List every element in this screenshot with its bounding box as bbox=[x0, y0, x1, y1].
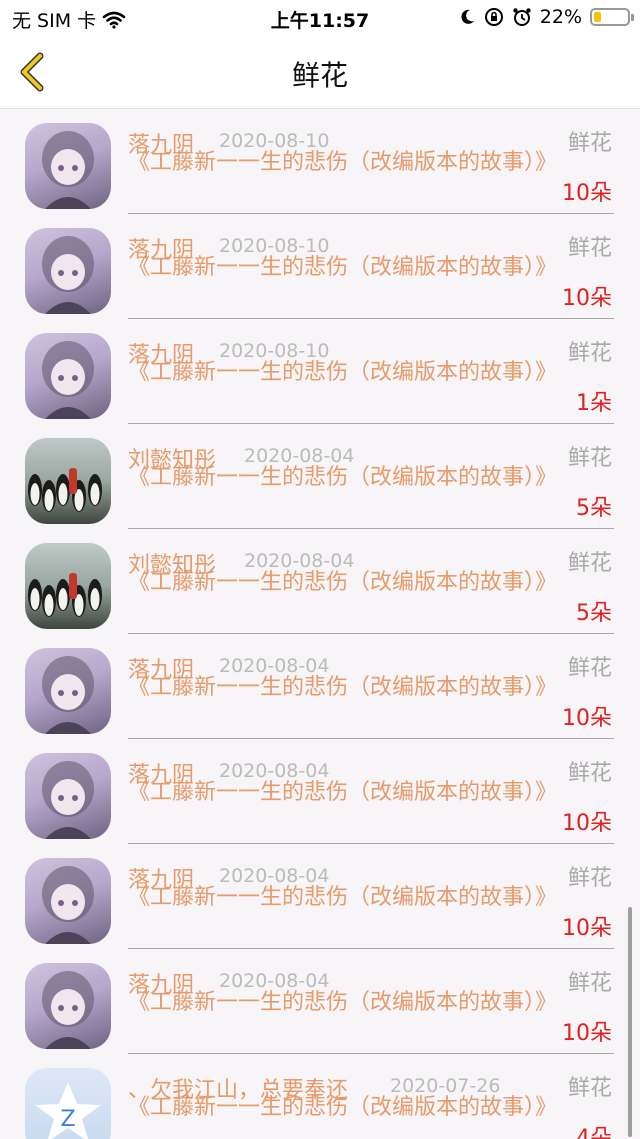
user-avatar[interactable] bbox=[25, 543, 111, 629]
alarm-icon bbox=[513, 8, 531, 26]
gift-type: 鲜花 bbox=[567, 551, 612, 576]
gift-type: 鲜花 bbox=[567, 131, 612, 156]
gift-row[interactable]: 落九阴 2020-08-10 鲜花 《工藤新一一生的悲伤（改编版本的故事）》 10朵 bbox=[0, 214, 640, 319]
user-avatar[interactable] bbox=[25, 648, 111, 734]
gift-row[interactable]: 刘懿知彤 2020-08-04 鲜花 《工藤新一一生的悲伤（改编版本的故事）》 5朵 bbox=[0, 529, 640, 634]
gift-type: 鲜花 bbox=[567, 656, 612, 681]
user-avatar[interactable] bbox=[25, 438, 111, 524]
flower-count: 10朵 bbox=[562, 916, 612, 941]
gift-row[interactable]: Z 、欠我江山，总要奉还 2020-07-26 鲜花 《工藤新一一生的悲伤（改编版本的故… bbox=[0, 1054, 640, 1139]
gift-row[interactable]: 落九阴 2020-08-10 鲜花 《工藤新一一生的悲伤（改编版本的故事）》 10朵 bbox=[0, 109, 640, 214]
anime-girl-avatar-icon bbox=[42, 341, 94, 419]
anime-girl-avatar-icon bbox=[42, 236, 94, 314]
story-title: 《工藤新一一生的悲伤（改编版本的故事）》 bbox=[128, 1095, 558, 1120]
gift-type: 鲜花 bbox=[567, 341, 612, 366]
gift-date: 2020-08-04 bbox=[244, 550, 355, 572]
gift-type: 鲜花 bbox=[567, 236, 612, 261]
battery-icon bbox=[590, 8, 634, 26]
penguins-avatar-icon bbox=[28, 468, 102, 512]
gift-row[interactable]: 落九阴 2020-08-04 鲜花 《工藤新一一生的悲伤（改编版本的故事）》 10朵 bbox=[0, 634, 640, 739]
gift-date: 2020-08-04 bbox=[244, 445, 355, 467]
gift-date: 2020-08-10 bbox=[219, 130, 330, 152]
story-title: 《工藤新一一生的悲伤（改编版本的故事）》 bbox=[128, 150, 558, 175]
gift-row[interactable]: 落九阴 2020-08-10 鲜花 《工藤新一一生的悲伤（改编版本的故事）》 1朵 bbox=[0, 319, 640, 424]
gift-type: 鲜花 bbox=[567, 761, 612, 786]
user-avatar[interactable] bbox=[25, 963, 111, 1049]
user-avatar[interactable] bbox=[25, 228, 111, 314]
rotation-lock-icon bbox=[484, 8, 503, 26]
flower-count: 5朵 bbox=[576, 601, 612, 626]
battery-percent: 22% bbox=[539, 6, 582, 28]
scrollbar[interactable] bbox=[628, 907, 632, 1137]
status-right: 22% bbox=[458, 6, 634, 28]
story-title: 《工藤新一一生的悲伤（改编版本的故事）》 bbox=[128, 465, 558, 490]
gift-type: 鲜花 bbox=[567, 866, 612, 891]
anime-girl-avatar-icon bbox=[42, 761, 94, 839]
story-title: 《工藤新一一生的悲伤（改编版本的故事）》 bbox=[128, 780, 558, 805]
story-title: 《工藤新一一生的悲伤（改编版本的故事）》 bbox=[128, 255, 558, 280]
flower-count: 10朵 bbox=[562, 286, 612, 311]
gift-row[interactable]: 落九阴 2020-08-04 鲜花 《工藤新一一生的悲伤（改编版本的故事）》 10朵 bbox=[0, 949, 640, 1054]
user-avatar[interactable]: Z bbox=[25, 1068, 111, 1139]
user-avatar[interactable] bbox=[25, 123, 111, 209]
status-bar: 无 SIM 卡 上午11:57 22% bbox=[0, 0, 640, 36]
flower-count: 10朵 bbox=[562, 706, 612, 731]
story-title: 《工藤新一一生的悲伤（改编版本的故事）》 bbox=[128, 885, 558, 910]
gift-type: 鲜花 bbox=[567, 971, 612, 996]
story-title: 《工藤新一一生的悲伤（改编版本的故事）》 bbox=[128, 570, 558, 595]
gift-date: 2020-08-10 bbox=[219, 235, 330, 257]
flower-count: 1朵 bbox=[576, 391, 612, 416]
anime-girl-avatar-icon bbox=[42, 866, 94, 944]
app-logo-icon: Z bbox=[35, 1082, 101, 1139]
gift-date: 2020-08-04 bbox=[219, 760, 330, 782]
story-title: 《工藤新一一生的悲伤（改编版本的故事）》 bbox=[128, 990, 558, 1015]
gift-date: 2020-08-04 bbox=[219, 655, 330, 677]
moon-icon bbox=[461, 9, 474, 24]
gift-type: 鲜花 bbox=[567, 1076, 612, 1101]
user-avatar[interactable] bbox=[25, 858, 111, 944]
gift-date: 2020-08-10 bbox=[219, 340, 330, 362]
anime-girl-avatar-icon bbox=[42, 131, 94, 209]
anime-girl-avatar-icon bbox=[42, 971, 94, 1049]
flower-count: 4朵 bbox=[576, 1126, 612, 1139]
story-title: 《工藤新一一生的悲伤（改编版本的故事）》 bbox=[128, 675, 558, 700]
gift-list[interactable]: 落九阴 2020-08-10 鲜花 《工藤新一一生的悲伤（改编版本的故事）》 10朵 落九… bbox=[0, 109, 640, 1139]
gift-date: 2020-08-04 bbox=[219, 865, 330, 887]
user-avatar[interactable] bbox=[25, 753, 111, 839]
svg-text:Z: Z bbox=[60, 1107, 75, 1132]
flower-count: 10朵 bbox=[562, 1021, 612, 1046]
battery-level bbox=[594, 12, 602, 22]
flower-count: 10朵 bbox=[562, 181, 612, 206]
user-avatar[interactable] bbox=[25, 333, 111, 419]
flower-count: 10朵 bbox=[562, 811, 612, 836]
page-title: 鲜花 bbox=[291, 59, 348, 92]
anime-girl-avatar-icon bbox=[42, 656, 94, 734]
gift-row[interactable]: 落九阴 2020-08-04 鲜花 《工藤新一一生的悲伤（改编版本的故事）》 10朵 bbox=[0, 844, 640, 949]
gift-date: 2020-08-04 bbox=[219, 970, 330, 992]
penguins-avatar-icon bbox=[28, 573, 102, 617]
gift-row[interactable]: 落九阴 2020-08-04 鲜花 《工藤新一一生的悲伤（改编版本的故事）》 10朵 bbox=[0, 739, 640, 844]
gift-type: 鲜花 bbox=[567, 446, 612, 471]
nav-bar: 鲜花 bbox=[0, 36, 640, 109]
flower-count: 5朵 bbox=[576, 496, 612, 521]
story-title: 《工藤新一一生的悲伤（改编版本的故事）》 bbox=[128, 360, 558, 385]
gift-row[interactable]: 刘懿知彤 2020-08-04 鲜花 《工藤新一一生的悲伤（改编版本的故事）》 5朵 bbox=[0, 424, 640, 529]
gift-date: 2020-07-26 bbox=[390, 1075, 501, 1097]
